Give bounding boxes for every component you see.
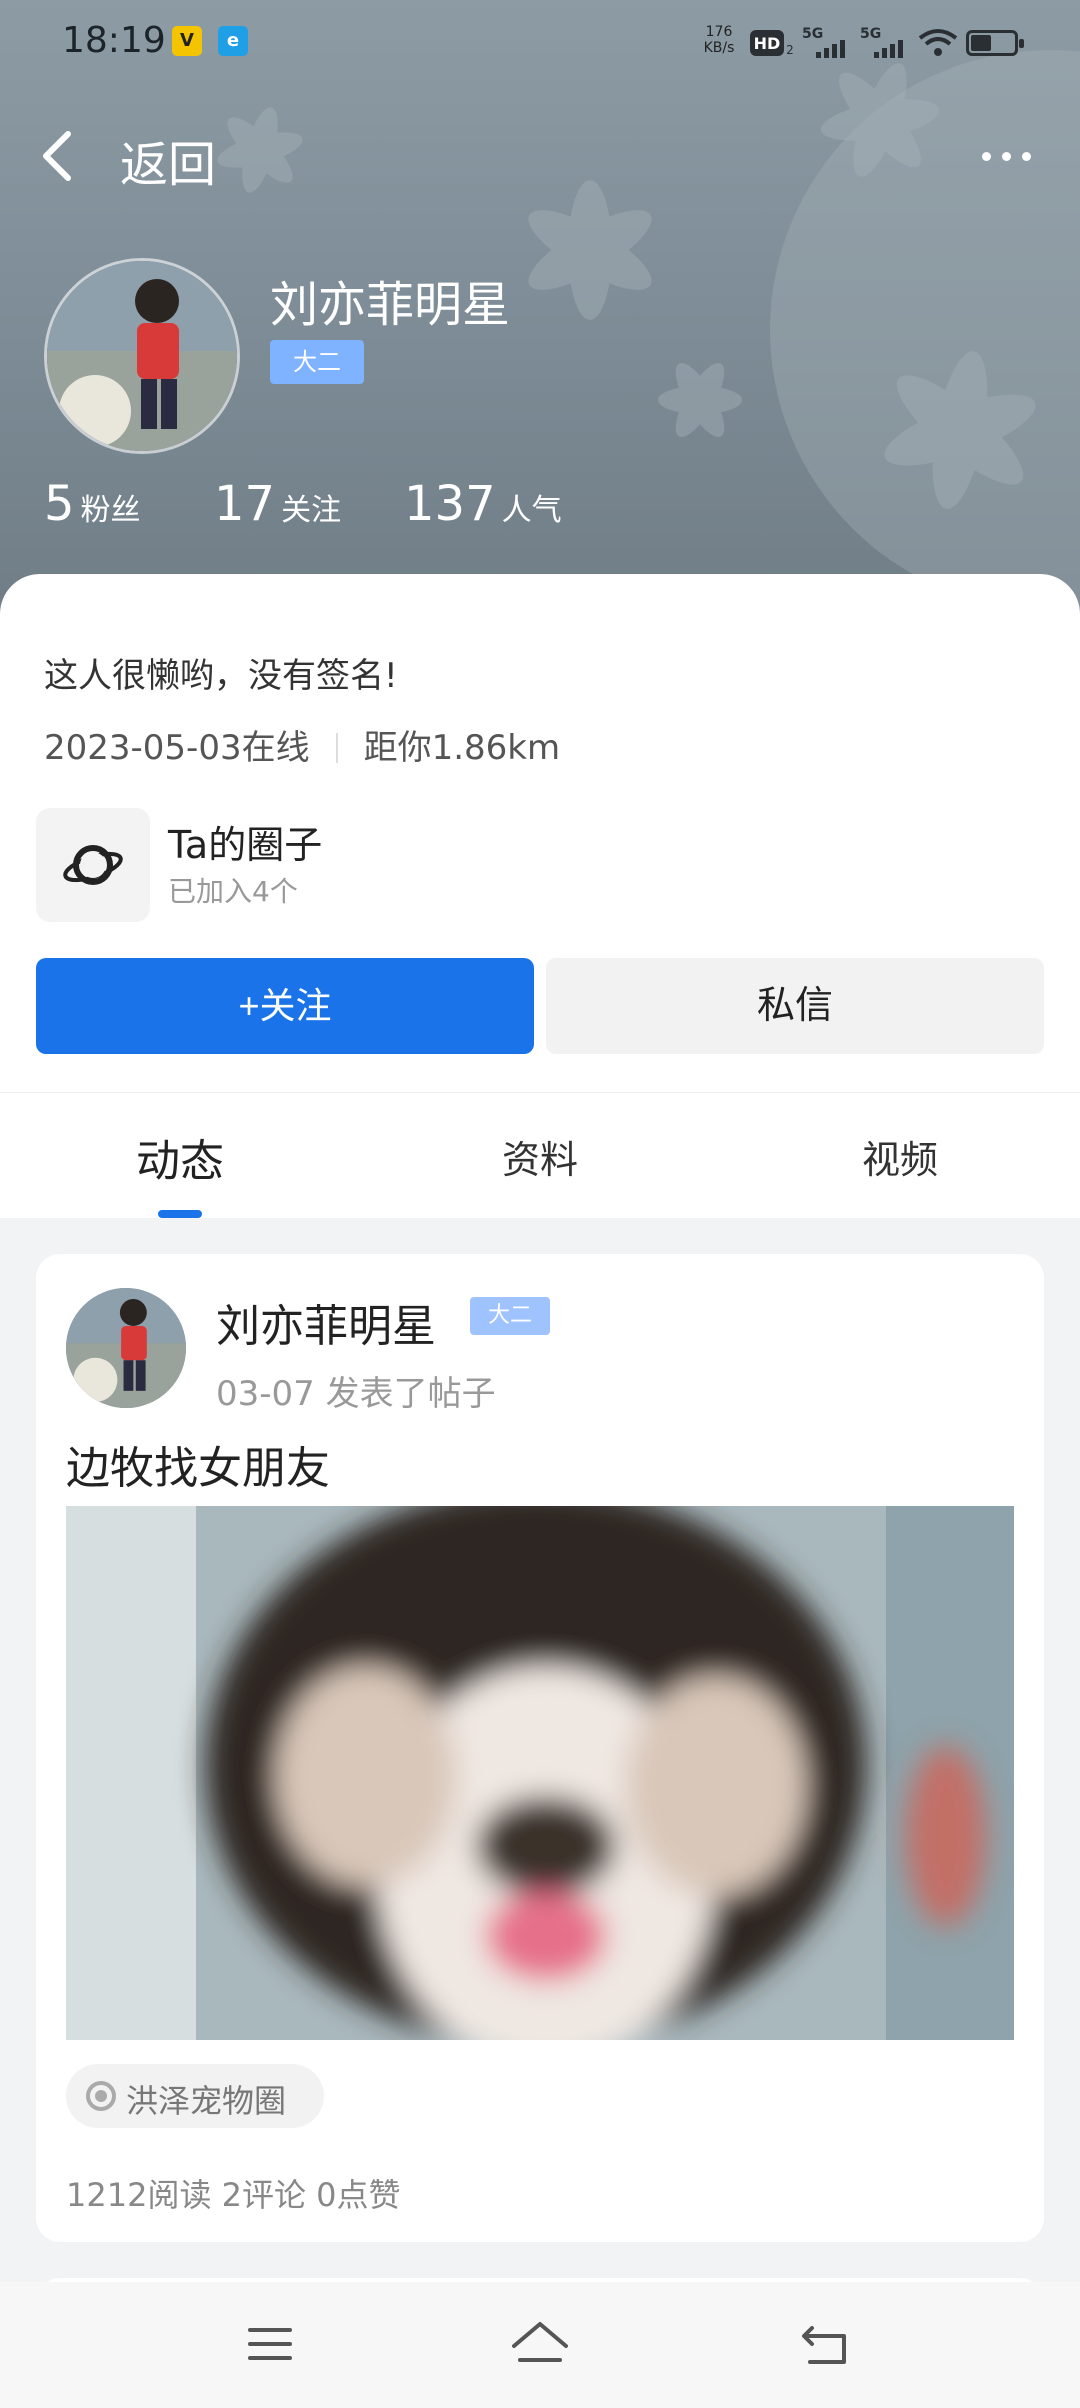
network-speed: 176 KB/s	[703, 24, 735, 56]
app-notification-icon: V	[172, 26, 202, 56]
hd-icon: HD 2	[750, 30, 794, 57]
distance: 距你1.86km	[363, 728, 561, 768]
comment-count[interactable]: 2评论	[222, 2176, 306, 2214]
post-title[interactable]: 边牧找女朋友	[66, 1432, 330, 1496]
status-time: 18:19	[62, 20, 166, 61]
tab-info[interactable]: 资料	[440, 1129, 640, 1184]
home-icon[interactable]	[510, 2320, 570, 2370]
post-image[interactable]	[66, 1506, 1014, 2040]
avatar-photo	[66, 1288, 186, 1408]
post-date: 03-07	[216, 1374, 315, 1414]
back-button[interactable]: 返回	[120, 125, 216, 195]
circle-tag[interactable]: 洪泽宠物圈	[66, 2064, 324, 2128]
avatar-photo	[47, 261, 237, 451]
profile-tabs: 动态 资料 视频	[0, 1092, 1080, 1218]
post-stats: 1212阅读 2评论 0点赞	[66, 2170, 401, 2216]
back-arrow-icon[interactable]	[36, 126, 80, 186]
more-options-icon[interactable]	[978, 138, 1038, 174]
like-count[interactable]: 0点赞	[316, 2176, 400, 2214]
target-icon	[86, 2081, 116, 2111]
avatar[interactable]	[44, 258, 240, 454]
browser-notification-icon: e	[218, 26, 248, 56]
circle-title[interactable]: Ta的圈子	[168, 814, 322, 869]
post-author-avatar[interactable]	[66, 1288, 186, 1408]
tab-videos[interactable]: 视频	[800, 1129, 1000, 1184]
menu-icon[interactable]	[246, 2324, 294, 2364]
grade-badge: 大二	[270, 340, 364, 384]
post-meta: 03-07 发表了帖子	[216, 1366, 496, 1415]
svg-text:5G: 5G	[802, 26, 823, 42]
battery-icon	[966, 30, 1024, 56]
message-button[interactable]: 私信	[546, 958, 1044, 1054]
stat-popularity: 137 人气	[404, 476, 562, 532]
post-author-badge: 大二	[470, 1297, 550, 1335]
status-bar: 18:19 V e 176 KB/s HD 2 5G 5G	[0, 0, 1080, 84]
signal-5g-icon: 5G	[860, 26, 903, 58]
divider	[335, 733, 338, 763]
svg-text:HD: HD	[754, 34, 781, 53]
circle-icon-box[interactable]	[36, 808, 150, 922]
post-author-name[interactable]: 刘亦菲明星	[216, 1290, 436, 1354]
tab-posts[interactable]: 动态	[80, 1125, 280, 1189]
signal-5g-icon: 5G	[802, 26, 845, 58]
follow-button[interactable]: +关注	[36, 958, 534, 1054]
online-status-row: 2023-05-03在线 距你1.86km	[44, 720, 560, 769]
post-action: 发表了帖子	[325, 1374, 496, 1414]
signature: 这人很懒哟，没有签名!	[44, 656, 398, 696]
svg-text:5G: 5G	[860, 26, 881, 42]
stat-following[interactable]: 17 关注	[214, 476, 341, 532]
profile-name: 刘亦菲明星	[270, 277, 511, 333]
back-nav-icon[interactable]	[800, 2322, 850, 2368]
planet-icon	[63, 845, 123, 885]
stat-followers[interactable]: 5 粉丝	[44, 476, 141, 532]
dog-photo	[66, 1506, 1014, 2040]
svg-text:2: 2	[786, 43, 794, 57]
system-nav-bar	[0, 2282, 1080, 2408]
circle-count: 已加入4个	[168, 875, 298, 908]
last-online: 2023-05-03在线	[44, 728, 310, 768]
active-tab-indicator	[158, 1210, 202, 1218]
read-count: 1212阅读	[66, 2176, 212, 2214]
wifi-icon	[918, 29, 958, 56]
